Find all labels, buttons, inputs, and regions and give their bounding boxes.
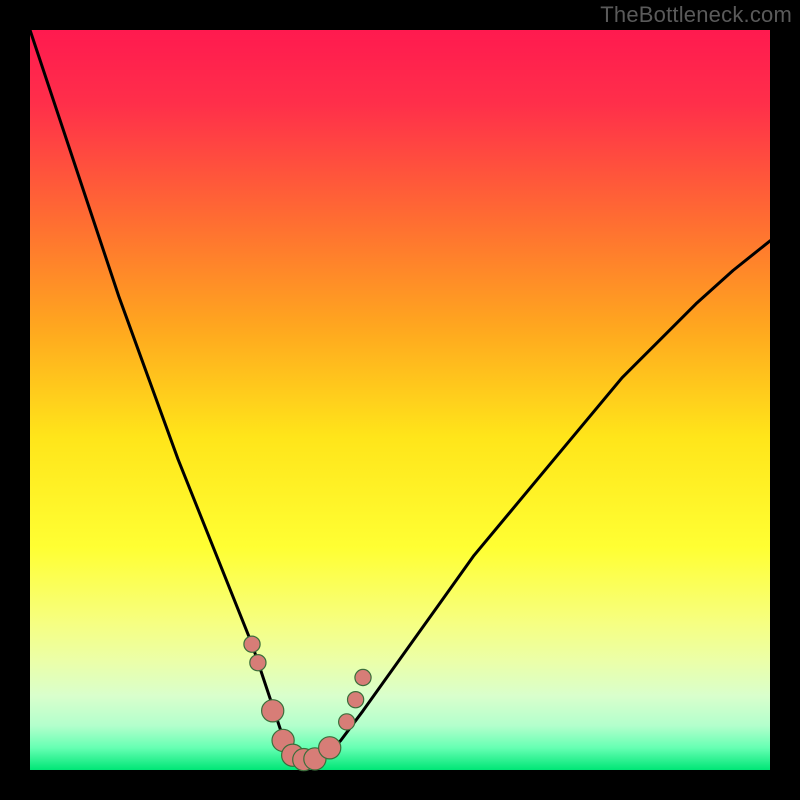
curve-marker <box>339 714 355 730</box>
curve-marker <box>250 655 266 671</box>
curve-marker <box>355 669 371 685</box>
curve-marker <box>262 700 284 722</box>
chart-frame: TheBottleneck.com <box>0 0 800 800</box>
curve-marker <box>244 636 260 652</box>
curve-marker <box>319 737 341 759</box>
curve-marker <box>348 692 364 708</box>
chart-svg <box>0 0 800 800</box>
